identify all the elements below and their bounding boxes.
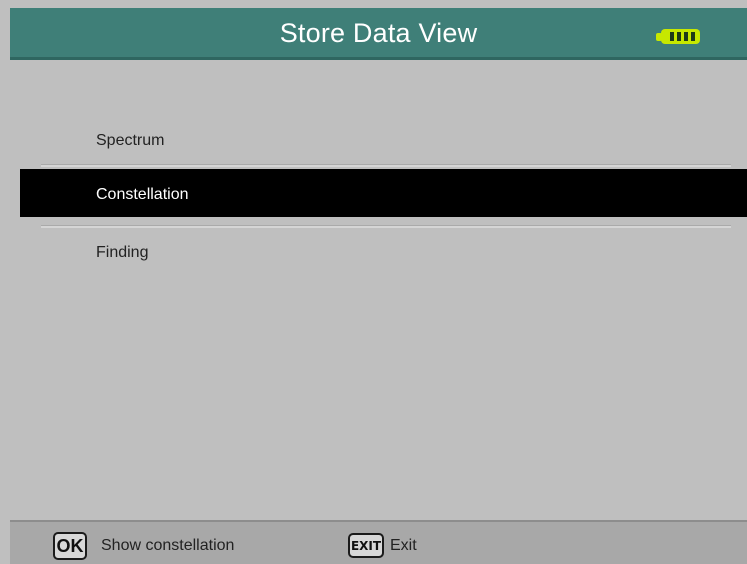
- battery-cell-icon: [684, 32, 688, 41]
- store-data-view-screen: Store Data View Spectrum Constellation F…: [0, 0, 747, 564]
- menu-item-spectrum[interactable]: Spectrum: [20, 118, 747, 162]
- battery-cell-icon: [677, 32, 681, 41]
- battery-cell-icon: [670, 32, 674, 41]
- footer-key-hints: OK Show constellation EXIT Exit: [10, 520, 747, 564]
- show-constellation-hint: Show constellation: [101, 537, 235, 554]
- battery-cell-icon: [691, 32, 695, 41]
- ok-key-icon[interactable]: OK: [53, 532, 87, 560]
- battery-icon: [656, 29, 702, 44]
- battery-body-icon: [661, 29, 700, 44]
- menu-divider: [41, 225, 731, 228]
- menu-divider: [41, 164, 731, 167]
- menu-item-constellation-selected[interactable]: Constellation: [20, 169, 747, 217]
- exit-hint: Exit: [390, 537, 417, 554]
- menu-item-label: Constellation: [96, 186, 189, 203]
- menu-item-label: Spectrum: [96, 132, 165, 149]
- header-bar: Store Data View: [10, 8, 747, 60]
- page-title: Store Data View: [279, 18, 478, 48]
- exit-key-icon[interactable]: EXIT: [348, 533, 384, 558]
- menu-item-finding[interactable]: Finding: [20, 230, 747, 274]
- menu-item-label: Finding: [96, 244, 149, 261]
